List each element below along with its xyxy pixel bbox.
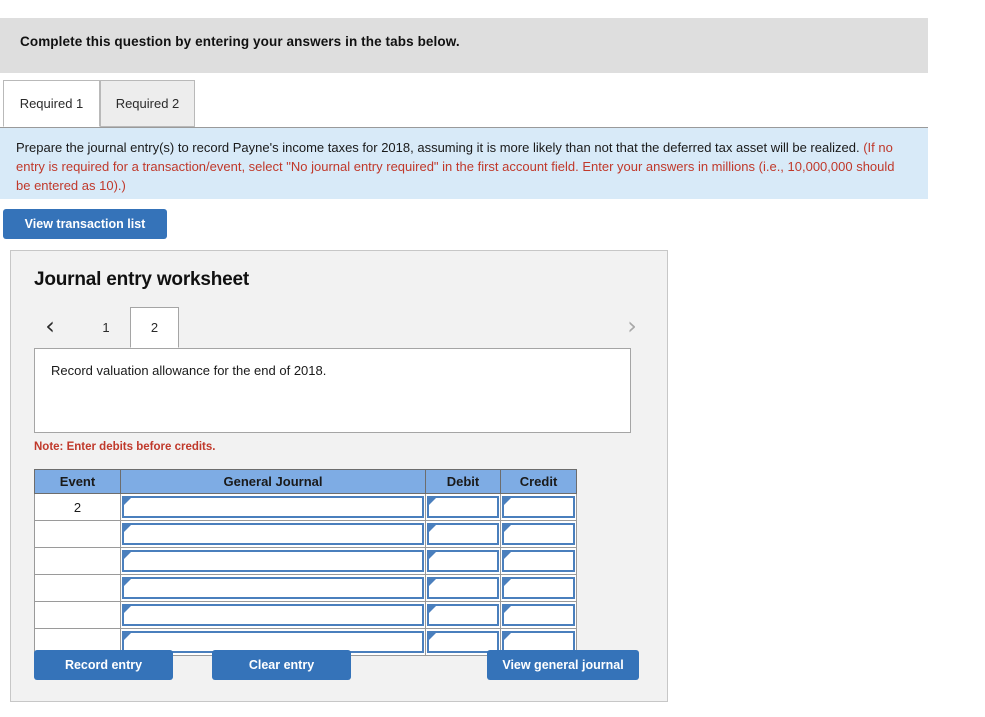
debits-before-credits-note: Note: Enter debits before credits. xyxy=(34,441,216,453)
table-row xyxy=(34,520,577,548)
debit-input-1[interactable] xyxy=(427,523,499,545)
cell-credit[interactable] xyxy=(500,547,577,575)
column-header-event: Event xyxy=(34,469,121,494)
general-journal-select-4[interactable] xyxy=(122,604,424,626)
debit-input-0[interactable] xyxy=(427,496,499,518)
credit-input-1[interactable] xyxy=(502,523,575,545)
cell-general-journal[interactable] xyxy=(120,574,426,602)
instructions-text: Prepare the journal entry(s) to record P… xyxy=(16,138,912,195)
cell-credit[interactable] xyxy=(500,601,577,629)
worksheet-pager: ‹ 1 2 › xyxy=(11,307,669,349)
debit-input-4[interactable] xyxy=(427,604,499,626)
clear-entry-button[interactable]: Clear entry xyxy=(212,650,351,680)
chevron-left-icon[interactable]: ‹ xyxy=(37,311,63,341)
cell-general-journal[interactable] xyxy=(120,493,426,521)
general-journal-select-3[interactable] xyxy=(122,577,424,599)
general-journal-select-0[interactable] xyxy=(122,496,424,518)
column-header-credit: Credit xyxy=(500,469,577,494)
general-journal-select-2[interactable] xyxy=(122,550,424,572)
entry-tab-2[interactable]: 2 xyxy=(130,307,179,348)
column-header-debit: Debit xyxy=(425,469,501,494)
cell-event xyxy=(34,601,121,629)
entry-tab-1-label: 1 xyxy=(102,320,110,335)
table-header-row: Event General Journal Debit Credit xyxy=(34,469,577,494)
cell-debit[interactable] xyxy=(425,547,501,575)
credit-input-0[interactable] xyxy=(502,496,575,518)
view-general-journal-button[interactable]: View general journal xyxy=(487,650,639,680)
view-transaction-list-button[interactable]: View transaction list xyxy=(3,209,167,239)
debit-input-2[interactable] xyxy=(427,550,499,572)
worksheet-title: Journal entry worksheet xyxy=(34,269,250,290)
credit-input-4[interactable] xyxy=(502,604,575,626)
cell-debit[interactable] xyxy=(425,520,501,548)
banner-text: Complete this question by entering your … xyxy=(20,34,460,49)
table-row xyxy=(34,574,577,602)
journal-table-body: 2 xyxy=(34,493,577,656)
required-tabstrip: Required 1 Required 2 xyxy=(0,80,928,128)
cell-event xyxy=(34,520,121,548)
cell-general-journal[interactable] xyxy=(120,601,426,629)
entry-description-box: Record valuation allowance for the end o… xyxy=(34,348,631,433)
cell-general-journal[interactable] xyxy=(120,547,426,575)
table-row xyxy=(34,547,577,575)
tab-required-2[interactable]: Required 2 xyxy=(100,80,195,127)
tab-required-1[interactable]: Required 1 xyxy=(3,80,100,127)
instructions-main: Prepare the journal entry(s) to record P… xyxy=(16,140,860,155)
tab-required-2-label: Required 2 xyxy=(115,96,180,111)
journal-entry-table: Event General Journal Debit Credit 2 xyxy=(34,469,577,656)
credit-input-2[interactable] xyxy=(502,550,575,572)
record-entry-button[interactable]: Record entry xyxy=(34,650,173,680)
cell-debit[interactable] xyxy=(425,574,501,602)
cell-debit[interactable] xyxy=(425,601,501,629)
instructions-panel: Prepare the journal entry(s) to record P… xyxy=(0,127,928,199)
debit-input-3[interactable] xyxy=(427,577,499,599)
cell-credit[interactable] xyxy=(500,493,577,521)
entry-description-text: Record valuation allowance for the end o… xyxy=(51,363,327,378)
entry-tab-1[interactable]: 1 xyxy=(83,307,129,348)
table-row xyxy=(34,601,577,629)
table-row: 2 xyxy=(34,493,577,521)
credit-input-3[interactable] xyxy=(502,577,575,599)
general-journal-select-1[interactable] xyxy=(122,523,424,545)
cell-credit[interactable] xyxy=(500,574,577,602)
cell-event: 2 xyxy=(34,493,121,521)
journal-entry-worksheet-panel: Journal entry worksheet ‹ 1 2 › Record v… xyxy=(10,250,668,702)
chevron-right-icon[interactable]: › xyxy=(619,311,645,341)
cell-general-journal[interactable] xyxy=(120,520,426,548)
tab-required-1-label: Required 1 xyxy=(19,96,84,111)
cell-credit[interactable] xyxy=(500,520,577,548)
question-banner: Complete this question by entering your … xyxy=(0,18,928,73)
column-header-general-journal: General Journal xyxy=(120,469,426,494)
cell-debit[interactable] xyxy=(425,493,501,521)
entry-tab-2-label: 2 xyxy=(150,320,159,335)
cell-event xyxy=(34,547,121,575)
cell-event xyxy=(34,574,121,602)
